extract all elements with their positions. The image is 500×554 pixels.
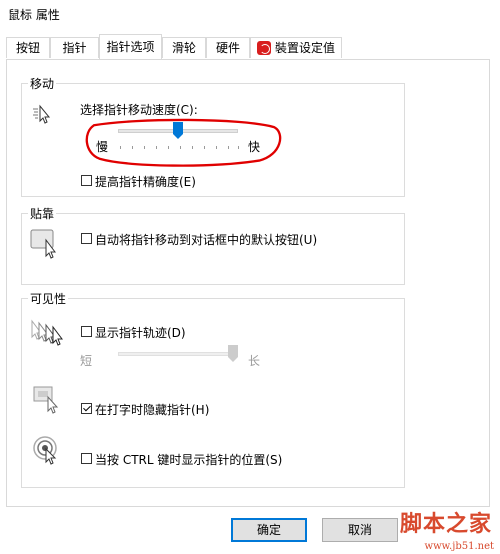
tab-label: 硬件 [215, 41, 240, 55]
visibility-group-title: 可见性 [28, 290, 69, 307]
tab-label: 裝置设定值 [274, 41, 335, 55]
hide-typing-label[interactable]: 在打字时隐藏指针(H) [95, 401, 209, 418]
tab-label: 指针 [62, 41, 87, 55]
tab-hardware[interactable]: 硬件 [206, 37, 250, 58]
tab-pointers[interactable]: 指针 [50, 37, 99, 58]
trails-slider-thumb[interactable] [228, 345, 238, 363]
snap-group: 贴靠 自动将指针移动到对话框中的默认按钮(U) [21, 205, 405, 285]
tab-label: 指针选项 [106, 40, 155, 54]
ok-button[interactable]: 确定 [231, 518, 307, 542]
precision-checkbox[interactable] [81, 175, 92, 186]
window-title: 鼠标 属性 [8, 8, 60, 22]
ctrl-locate-checkbox[interactable] [81, 453, 92, 464]
pointer-speed-icon [33, 104, 51, 124]
trails-label[interactable]: 显示指针轨迹(D) [95, 324, 186, 341]
annotation-circle [85, 118, 282, 167]
hide-typing-checkbox[interactable] [81, 403, 92, 414]
watermark-brand: 脚本之家 [399, 511, 492, 537]
tab-label: 按钮 [15, 41, 40, 55]
ctrl-locate-label[interactable]: 当按 CTRL 键时显示指针的位置(S) [95, 451, 282, 468]
snap-label[interactable]: 自动将指针移动到对话框中的默认按钮(U) [95, 231, 317, 248]
short-label: 短 [80, 354, 93, 368]
title-bar: 鼠标 属性 [0, 0, 500, 30]
visibility-group: 可见性 显示指针轨迹(D) 短 长 在打字时隐藏指针(H) 当按 CTRL 键时… [21, 290, 405, 488]
precision-label[interactable]: 提高指针精确度(E) [95, 173, 196, 190]
motion-group-title: 移动 [28, 75, 57, 92]
trails-checkbox[interactable] [81, 326, 92, 337]
snap-group-title: 贴靠 [28, 205, 57, 222]
hide-while-typing-icon [33, 386, 59, 414]
watermark: 脚本之家 www.jb51.net [376, 506, 494, 552]
tab-wheel[interactable]: 滑轮 [162, 37, 206, 58]
snap-checkbox[interactable] [81, 233, 92, 244]
tab-pointer-options[interactable]: 指针选项 [99, 34, 162, 59]
snap-to-icon [30, 229, 56, 259]
pointer-trails-icon [31, 319, 63, 346]
tab-label: 滑轮 [171, 41, 196, 55]
device-settings-icon [256, 41, 271, 55]
tab-panel: 移动 选择指针移动速度(C): 慢 快 提高指针精确度(E) 贴靠 自动将指针移… [6, 59, 490, 507]
tab-buttons[interactable]: 按钮 [6, 37, 50, 58]
long-label: 长 [248, 354, 261, 368]
trails-slider-track[interactable] [118, 352, 238, 356]
ctrl-locate-icon [33, 436, 57, 465]
tab-strip: 按钮 指针 指针选项 滑轮 硬件 裝置设定值 [6, 34, 496, 60]
watermark-url: www.jb51.net [424, 541, 494, 552]
tab-device-settings[interactable]: 裝置设定值 [250, 37, 342, 58]
